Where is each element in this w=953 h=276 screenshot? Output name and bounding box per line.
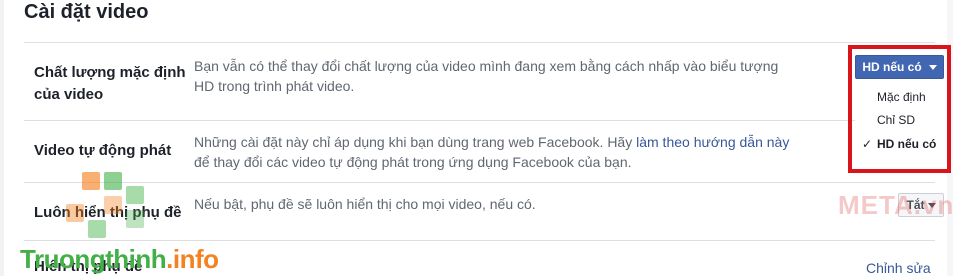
meta-watermark: META.vn bbox=[838, 190, 953, 220]
divider bbox=[24, 120, 935, 121]
quality-description: Bạn vẫn có thể thay đổi chất lượng của v… bbox=[194, 56, 844, 96]
autoplay-help-link[interactable]: làm theo hướng dẫn này bbox=[636, 134, 789, 150]
page-title: Cài đặt video bbox=[24, 1, 149, 23]
autoplay-label: Video tự động phát bbox=[34, 142, 172, 159]
divider bbox=[24, 42, 935, 43]
autoplay-desc-line1: Những cài đặt này chỉ áp dụng khi bạn dù… bbox=[194, 132, 844, 152]
quality-desc-line1: Bạn vẫn có thể thay đổi chất lượng của v… bbox=[194, 58, 779, 74]
quality-label-line1: Chất lượng mặc định bbox=[34, 64, 186, 81]
quality-label: Chất lượng mặc định của video bbox=[34, 62, 186, 106]
autoplay-desc-text: Những cài đặt này chỉ áp dụng khi bạn dù… bbox=[194, 134, 637, 150]
divider bbox=[24, 182, 935, 183]
quality-desc-line2: HD trong trình phát video. bbox=[194, 78, 355, 94]
highlight-box bbox=[848, 45, 951, 173]
divider bbox=[24, 240, 935, 241]
autoplay-description: Những cài đặt này chỉ áp dụng khi bạn dù… bbox=[194, 132, 844, 172]
site-name-part1: Truongthinh bbox=[20, 244, 167, 274]
site-name-part2: .info bbox=[166, 244, 219, 274]
panel-left-border bbox=[0, 0, 4, 276]
autoplay-desc-line2: để thay đổi các video tự động phát trong… bbox=[194, 154, 632, 170]
site-text-watermark: Truongthinh.info bbox=[20, 244, 219, 275]
edit-captions-link[interactable]: Chỉnh sửa bbox=[866, 259, 931, 276]
video-settings-panel: Cài đặt video Chất lượng mặc định của vi… bbox=[0, 0, 953, 276]
quality-label-line2: của video bbox=[34, 86, 104, 103]
always-captions-label: Luôn hiển thị phụ đề bbox=[34, 204, 182, 221]
always-captions-description: Nếu bật, phụ đề sẽ luôn hiển thị cho mọi… bbox=[194, 196, 536, 212]
